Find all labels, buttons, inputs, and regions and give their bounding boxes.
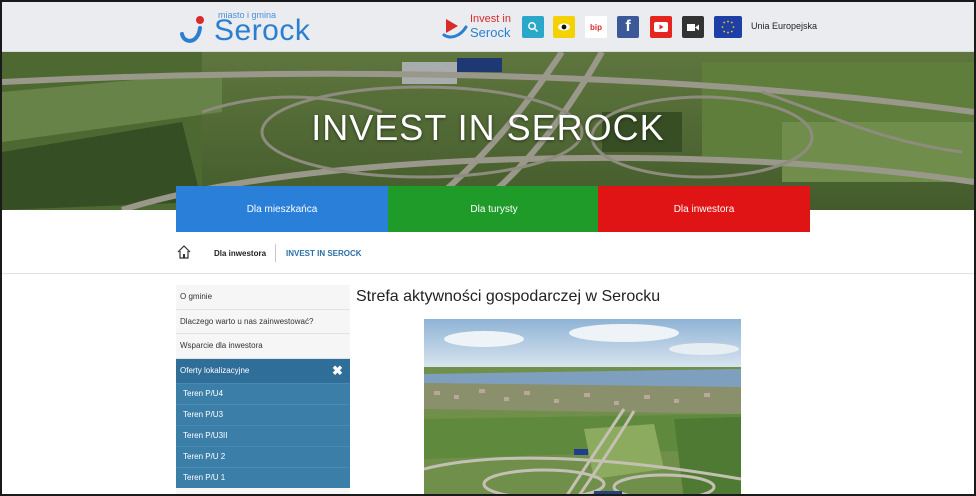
contrast-button[interactable] <box>553 16 575 38</box>
invest-in-serock-logo[interactable]: Invest in Serock <box>442 12 514 42</box>
aerial-photo <box>424 319 741 494</box>
top-bar: miasto i gmina Serock Invest in Serock b… <box>2 2 974 52</box>
sidebar-subitem-teren-pu4[interactable]: Teren P/U4 <box>176 382 350 404</box>
page-frame: miasto i gmina Serock Invest in Serock b… <box>0 0 976 496</box>
breadcrumb-item-current[interactable]: INVEST IN SEROCK <box>286 249 362 258</box>
breadcrumb-item-dla-inwestora[interactable]: Dla inwestora <box>214 249 266 258</box>
sidebar-subitem-teren-pu2[interactable]: Teren P/U 2 <box>176 445 350 467</box>
close-icon[interactable]: ✖ <box>331 364 344 377</box>
sidebar-subitem-teren-pu1[interactable]: Teren P/U 1 <box>176 466 350 488</box>
logo-swoosh-icon <box>180 16 204 43</box>
bip-icon: bip <box>590 22 602 32</box>
video-camera-icon <box>687 23 699 31</box>
youtube-button[interactable] <box>650 16 672 38</box>
tile-dla-mieszkanca[interactable]: Dla mieszkańca <box>176 186 388 232</box>
invest-line1: Invest in <box>470 13 511 25</box>
invest-line2: Serock <box>470 25 511 40</box>
search-icon <box>528 22 539 33</box>
breadcrumb-separator <box>275 244 276 262</box>
sidebar-item-cut-off[interactable] <box>176 487 350 494</box>
search-button[interactable] <box>522 16 544 38</box>
facebook-icon: f <box>625 18 631 35</box>
invest-arrow-icon <box>442 19 468 39</box>
sidebar-subitem-teren-pu3[interactable]: Teren P/U3 <box>176 403 350 425</box>
sidebar-item-dlaczego-warto[interactable]: Dlaczego warto u nas zainwestować? <box>176 309 350 334</box>
aerial-photo-image <box>424 319 741 494</box>
sidebar-subitem-teren-pu3ii[interactable]: Teren P/U3II <box>176 424 350 446</box>
tile-dla-turysty[interactable]: Dla turysty <box>388 186 600 232</box>
facebook-button[interactable]: f <box>617 16 639 38</box>
eu-label[interactable]: Unia Europejska <box>751 21 817 31</box>
breadcrumb: Dla inwestora INVEST IN SEROCK <box>2 232 974 274</box>
eye-icon <box>558 23 570 31</box>
serock-logo[interactable]: miasto i gmina Serock <box>178 8 310 48</box>
hero-title: INVEST IN SEROCK <box>311 107 665 148</box>
eu-flag-button[interactable] <box>714 16 742 38</box>
home-icon[interactable] <box>176 244 192 260</box>
video-button[interactable] <box>682 16 704 38</box>
sidebar-item-o-gminie[interactable]: O gminie <box>176 285 350 310</box>
logo-name: Serock <box>214 14 311 47</box>
youtube-icon <box>654 22 668 32</box>
bip-button[interactable]: bip <box>585 16 607 38</box>
page-title: Strefa aktywności gospodarczej w Serocku <box>356 288 661 305</box>
sidebar: O gminie Dlaczego warto u nas zainwestow… <box>176 285 350 494</box>
tile-dla-inwestora[interactable]: Dla inwestora <box>598 186 810 232</box>
eu-flag-icon <box>721 20 735 34</box>
sidebar-item-oferty-lokalizacyjne[interactable]: Oferty lokalizacyjne ✖ <box>176 358 350 383</box>
sidebar-item-wsparcie[interactable]: Wsparcie dla inwestora <box>176 334 350 359</box>
sidebar-item-label: Oferty lokalizacyjne <box>180 366 250 375</box>
